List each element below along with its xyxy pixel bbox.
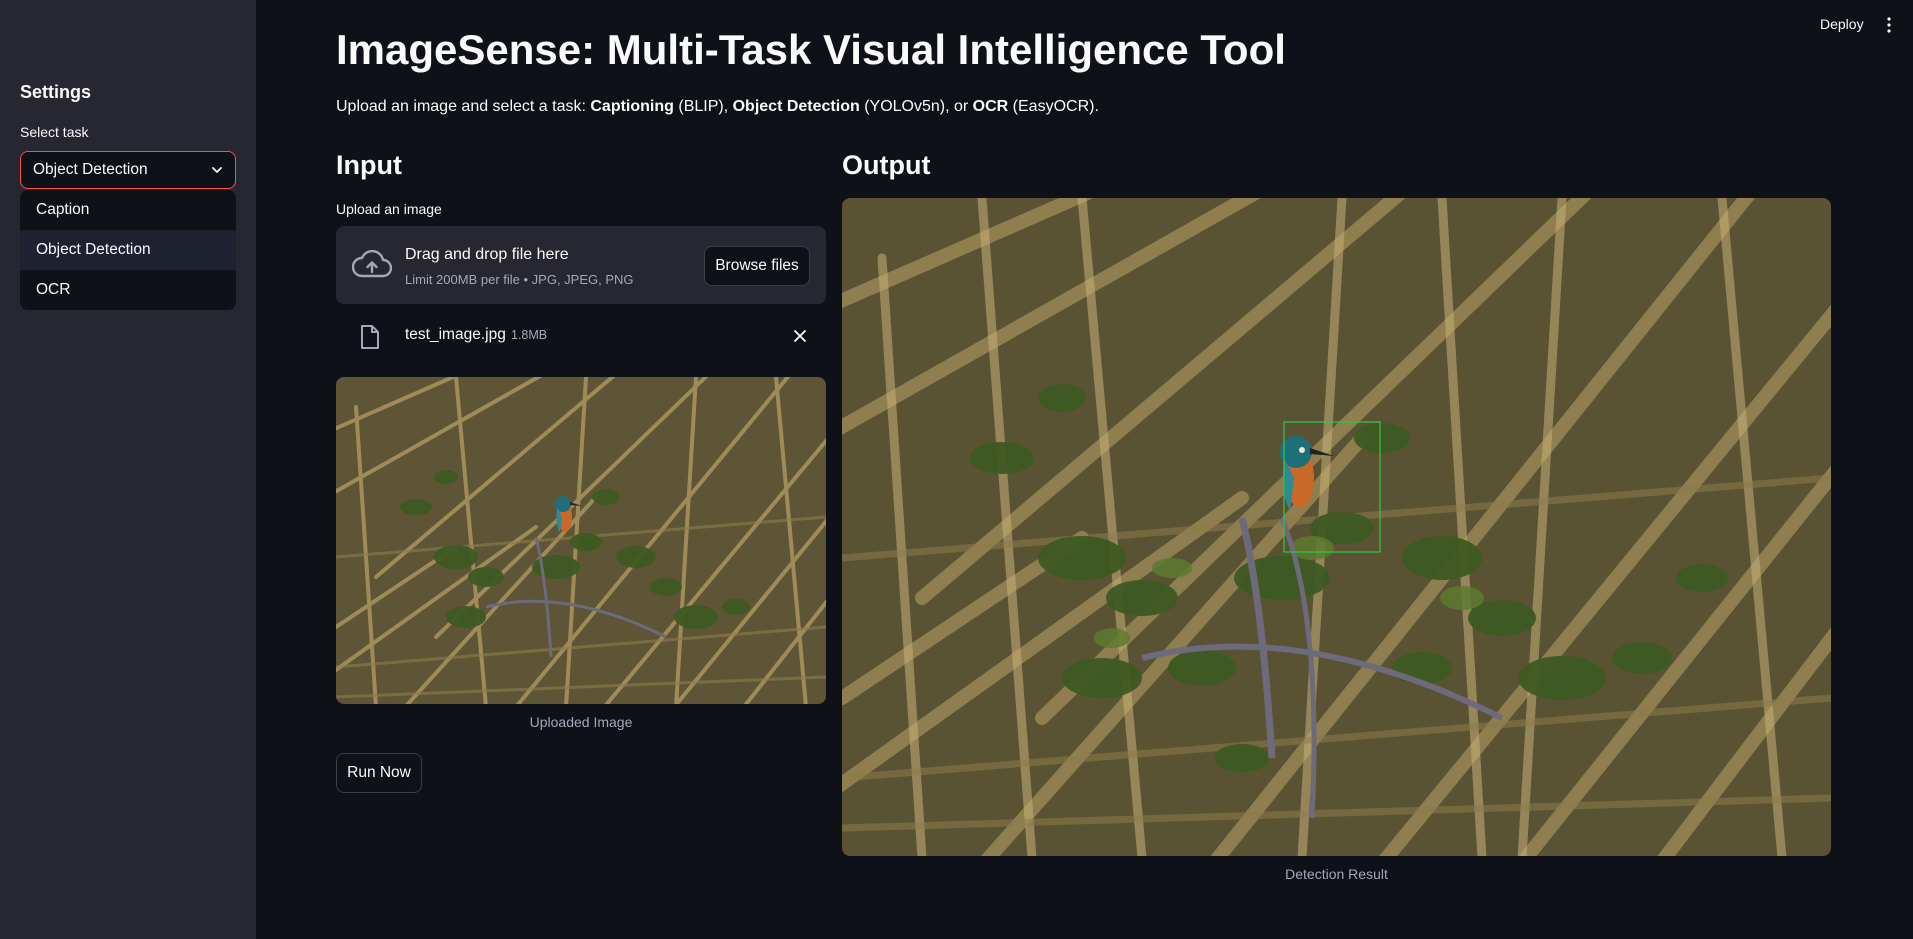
run-now-button[interactable]: Run Now [336,753,422,793]
detection-result-caption: Detection Result [1285,866,1388,882]
task-option-object-detection[interactable]: Object Detection [20,230,236,270]
uploaded-file-row: test_image.jpg 1.8MB [336,318,826,354]
file-dropzone[interactable]: Drag and drop file here Limit 200MB per … [336,226,826,304]
intro-task-ocr: OCR [972,98,1009,115]
task-option-ocr[interactable]: OCR [20,270,236,310]
sidebar: Settings Select task Object Detection Ca… [0,0,256,939]
intro-task-detection: Object Detection [732,98,860,115]
input-heading: Input [336,150,402,180]
intro-suffix-2: (YOLOv5n), or [859,98,973,115]
task-select[interactable]: Object Detection [20,151,236,189]
intro-task-captioning: Captioning [590,98,674,115]
sidebar-heading: Settings [20,82,92,102]
uploaded-image-caption: Uploaded Image [529,714,633,730]
task-dropdown-menu: Caption Object Detection OCR [20,190,236,310]
detection-result-image [842,198,1831,856]
output-heading: Output [842,150,931,180]
intro-suffix-1: (BLIP), [673,98,733,115]
intro-prefix: Upload an image and select a task: [336,98,591,115]
upload-label: Upload an image [336,201,442,217]
file-name: test_image.jpg [405,326,506,343]
file-icon [361,325,379,349]
deploy-button[interactable]: Deploy [1820,16,1864,32]
task-option-caption[interactable]: Caption [20,190,236,230]
chevron-down-icon [212,167,222,173]
dropzone-limit: Limit 200MB per file • JPG, JPEG, PNG [405,272,634,287]
intro-suffix-3: (EasyOCR). [1008,98,1099,115]
cloud-upload-icon [352,250,392,278]
kebab-menu-icon[interactable] [1882,16,1896,34]
task-select-label: Select task [20,124,89,140]
dropzone-instruction: Drag and drop file here [405,246,569,263]
page-title: ImageSense: Multi-Task Visual Intelligen… [336,26,1286,73]
intro-text: Upload an image and select a task: Capti… [336,98,1099,116]
browse-files-button[interactable]: Browse files [704,246,810,286]
file-size: 1.8MB [511,328,548,342]
uploaded-image [336,377,826,704]
task-select-value: Object Detection [33,161,148,178]
close-icon[interactable] [792,328,808,344]
